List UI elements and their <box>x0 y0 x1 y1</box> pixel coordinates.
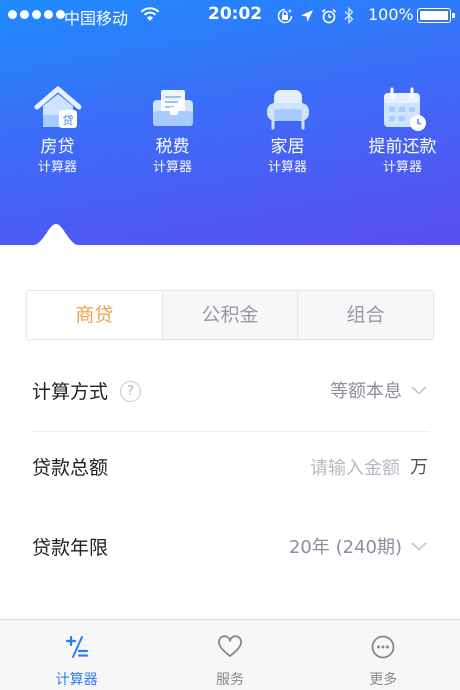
battery-percentage: 100% <box>368 5 414 24</box>
calculator-type-nav: 贷 房贷 计算器 税费 计算器 家居 计算器 提前还款 计算器 <box>0 85 460 176</box>
signal-strength-icon <box>8 10 65 19</box>
loan-amount-unit: 万 <box>410 457 428 478</box>
loan-term-value: 20年 (240期) <box>288 537 402 558</box>
house-icon: 贷 <box>34 86 81 128</box>
loan-amount-row: 贷款总额 万 <box>32 428 430 508</box>
carrier-name: 中国移动 <box>64 9 129 28</box>
calc-type-mortgage[interactable]: 贷 房贷 计算器 <box>0 85 115 176</box>
help-icon[interactable]: ? <box>120 381 141 402</box>
tab-combined-loan[interactable]: 组合 <box>298 291 433 339</box>
rotation-lock-icon <box>277 8 293 23</box>
calc-type-label: 提前还款 <box>368 137 437 157</box>
tax-icon <box>152 90 193 126</box>
loan-amount-label: 贷款总额 <box>32 457 109 479</box>
calc-type-label: 家居 <box>270 137 305 157</box>
tab-calculator[interactable]: 计算器 <box>0 620 153 690</box>
clock: 20:02 <box>208 4 263 24</box>
calc-type-sublabel: 计算器 <box>382 160 422 175</box>
calc-type-label: 房贷 <box>40 137 75 157</box>
tab-more[interactable]: 更多 <box>307 620 460 690</box>
calc-type-label: 税费 <box>155 137 190 157</box>
loan-type-tabs: 商贷 公积金 组合 <box>26 290 434 340</box>
calculation-method-label: 计算方式 <box>32 381 109 403</box>
bluetooth-icon <box>344 7 354 24</box>
calc-type-sublabel: 计算器 <box>37 160 77 175</box>
calc-type-prepayment[interactable]: 提前还款 计算器 <box>345 85 460 176</box>
tab-label: 计算器 <box>55 672 98 688</box>
tab-provident-fund[interactable]: 公积金 <box>163 291 299 339</box>
bottom-tab-bar: 计算器 服务 更多 <box>0 619 460 690</box>
tab-label: 服务 <box>215 672 244 688</box>
calc-type-sublabel: 计算器 <box>152 160 192 175</box>
calc-type-sublabel: 计算器 <box>267 160 307 175</box>
alarm-icon <box>321 8 337 23</box>
sofa-icon <box>266 90 309 130</box>
tab-commercial-loan[interactable]: 商贷 <box>27 291 163 339</box>
wifi-icon <box>140 7 160 21</box>
more-icon <box>371 635 395 659</box>
calc-type-tax[interactable]: 税费 计算器 <box>115 85 230 176</box>
loan-term-label: 贷款年限 <box>32 537 109 559</box>
location-icon <box>301 9 313 22</box>
active-indicator-notch <box>30 224 82 246</box>
tab-service[interactable]: 服务 <box>153 620 306 690</box>
svg-text:贷: 贷 <box>62 113 73 127</box>
loan-term-row[interactable]: 贷款年限 20年 (240期) <box>32 508 430 588</box>
status-bar: 中国移动 20:02 100% <box>0 0 460 30</box>
chevron-down-icon <box>411 386 427 395</box>
heart-icon <box>218 635 242 657</box>
calculator-icon <box>65 635 88 658</box>
calendar-icon <box>383 87 426 131</box>
calculation-method-row[interactable]: 计算方式 ? 等额本息 <box>32 352 430 432</box>
calculation-method-value: 等额本息 <box>330 381 402 402</box>
tab-label: 更多 <box>369 672 398 688</box>
battery-icon <box>417 8 455 23</box>
loan-amount-input[interactable] <box>220 452 400 484</box>
chevron-down-icon <box>411 542 427 551</box>
calc-type-furniture[interactable]: 家居 计算器 <box>230 85 345 176</box>
